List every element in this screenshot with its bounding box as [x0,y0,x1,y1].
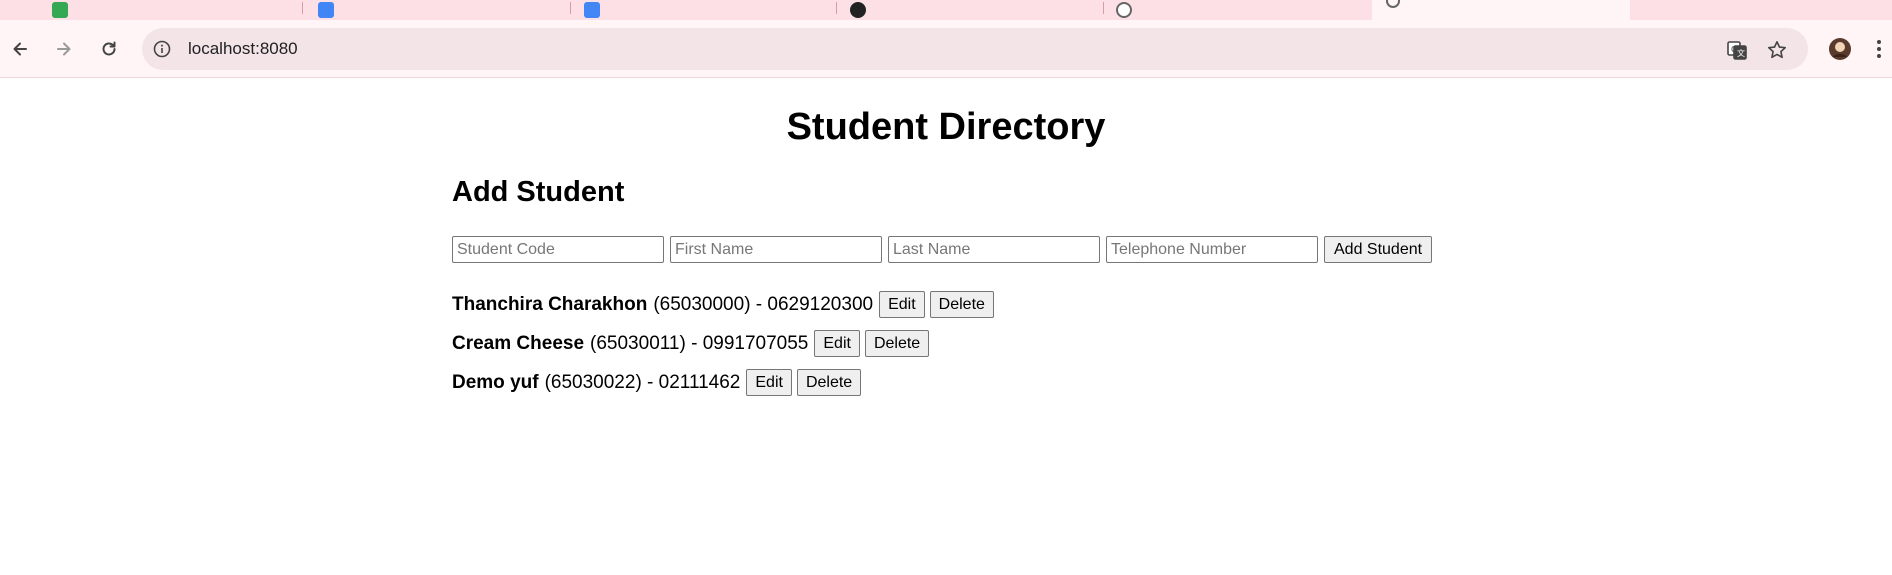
forward-arrow-icon [57,42,71,56]
add-student-form: Add Student [452,236,1433,263]
reload-button[interactable] [96,36,122,62]
browser-toolbar: localhost:8080 G 文 [0,20,1892,78]
tab-separator [570,2,571,14]
browser-tab[interactable] [850,0,1090,20]
student-details: (65030022) - 02111462 [544,371,741,393]
student-details: (65030011) - 0991707055 [590,332,809,354]
reload-icon [102,41,116,56]
svg-text:文: 文 [1737,48,1745,58]
student-details: (65030000) - 0629120300 [653,293,874,315]
browser-menu-button[interactable] [1872,37,1886,61]
page-content: Student Directory Add Student Add Studen… [0,79,1892,575]
bookmark-button[interactable] [1766,39,1788,61]
page-title: Student Directory [786,106,1106,148]
add-student-heading: Add Student [452,176,625,208]
tab-separator [836,2,837,14]
edit-button[interactable]: Edit [814,330,860,357]
student-item: Cream Cheese (65030011) - 0991707055 Edi… [452,324,994,363]
active-browser-tab[interactable] [1372,0,1630,20]
github-icon [850,2,866,18]
student-name: Demo yuf [452,371,539,393]
translate-button[interactable]: G 文 [1726,39,1748,61]
site-info-button[interactable] [152,39,172,59]
docs-icon [318,2,334,18]
tab-search-icon[interactable] [1646,0,1666,20]
info-icon [153,40,171,58]
student-item: Demo yuf (65030022) - 02111462 Edit Dele… [452,363,994,402]
chatgpt-icon [1116,2,1132,18]
edit-button[interactable]: Edit [879,291,925,318]
profile-avatar[interactable] [1828,37,1852,61]
edit-button[interactable]: Edit [746,369,792,396]
browser-tab[interactable] [318,0,558,20]
browser-tab[interactable] [584,0,824,20]
delete-button[interactable]: Delete [796,369,862,396]
back-button[interactable] [7,36,33,62]
student-name: Cream Cheese [452,332,585,354]
tab-separator [1103,2,1104,14]
browser-tab[interactable] [52,0,292,20]
sheets-icon [52,2,68,18]
url-text[interactable]: localhost:8080 [188,39,298,59]
browser-tab[interactable] [1116,0,1356,20]
student-item: Thanchira Charakhon (65030000) - 0629120… [452,285,994,324]
student-name: Thanchira Charakhon [452,293,648,315]
delete-button[interactable]: Delete [929,291,994,318]
tab-strip [0,0,1892,20]
address-bar[interactable]: localhost:8080 G 文 [142,28,1808,70]
translate-icon: G 文 [1727,41,1747,60]
vertical-dots-icon [1877,40,1881,58]
avatar-icon [1829,38,1851,60]
student-code-input[interactable] [452,236,664,263]
delete-button[interactable]: Delete [864,330,930,357]
globe-icon [1386,0,1400,8]
tab-separator [302,2,303,14]
first-name-input[interactable] [670,236,882,263]
back-arrow-icon [13,42,27,56]
telephone-input[interactable] [1106,236,1318,263]
student-list: Thanchira Charakhon (65030000) - 0629120… [452,285,994,402]
forward-button[interactable] [51,36,77,62]
last-name-input[interactable] [888,236,1100,263]
add-student-button[interactable]: Add Student [1324,236,1433,263]
docs-icon [584,2,600,18]
star-icon [1768,41,1786,59]
